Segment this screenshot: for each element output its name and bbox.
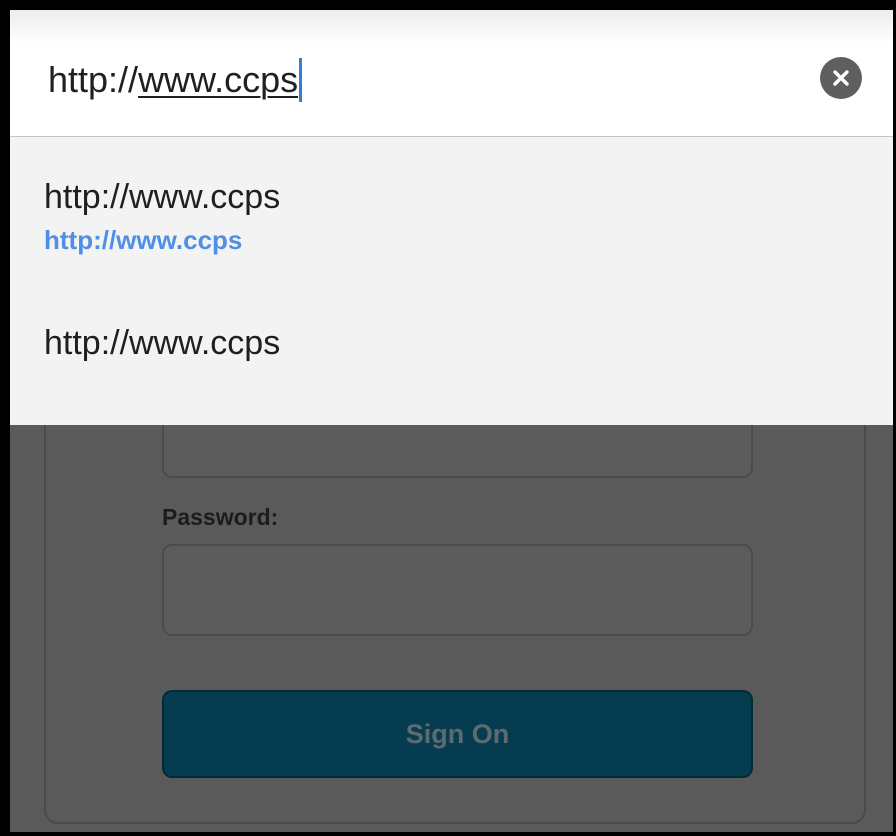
suggestion-item[interactable]: http://www.ccps http://www.ccps [44, 177, 844, 256]
browser-screen: Password: Sign On http://www.ccps http:/… [10, 10, 893, 832]
password-label: Password: [162, 504, 279, 530]
suggestion-title: http://www.ccps [44, 178, 281, 216]
suggestion-url: http://www.ccps [44, 225, 243, 255]
url-input[interactable]: http://www.ccps [48, 58, 303, 102]
password-input[interactable] [162, 544, 753, 636]
close-icon [833, 70, 849, 86]
clear-url-button[interactable] [820, 57, 862, 99]
sign-on-button[interactable]: Sign On [162, 690, 753, 778]
suggestion-item[interactable]: http://www.ccps [44, 323, 844, 363]
address-bar: http://www.ccps [10, 10, 893, 137]
text-cursor [299, 58, 303, 102]
suggestion-title: http://www.ccps [44, 324, 281, 362]
suggestions-dropdown: http://www.ccps http://www.ccps http://w… [10, 137, 893, 425]
url-prefix: http:// [48, 59, 139, 100]
url-composing-text: www.ccps [138, 59, 299, 100]
